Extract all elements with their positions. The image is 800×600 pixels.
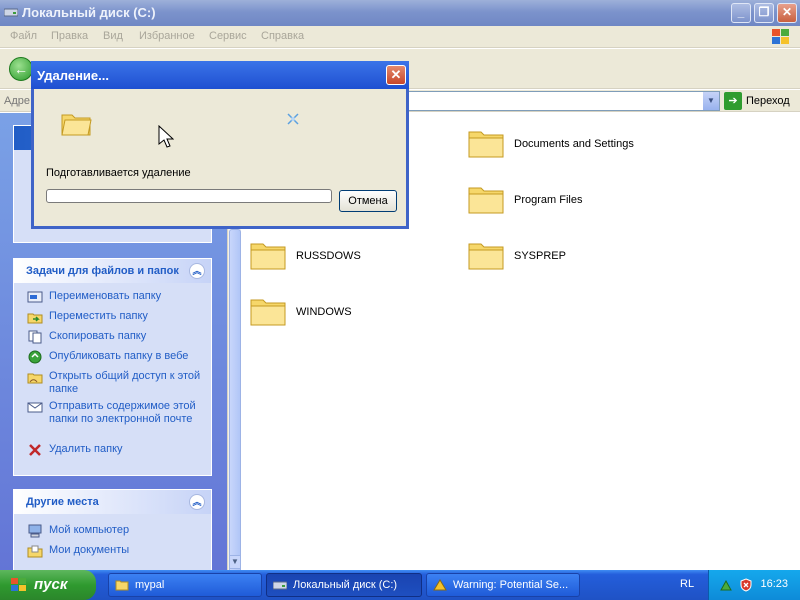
dialog-title-bar[interactable]: Удаление... ✕ [31,61,409,89]
system-tray: 16:23 [708,570,800,600]
clock: 16:23 [760,578,788,590]
globe-icon [28,350,42,364]
folder-label: WINDOWS [296,306,352,318]
place-my-computer[interactable]: Мой компьютер [14,524,211,544]
network-tray-icon[interactable] [719,578,733,592]
place-my-documents[interactable]: Мои документы [14,544,211,564]
folder-icon [250,299,286,326]
back-arrow-icon[interactable]: ← [9,57,33,81]
share-folder-icon [27,373,43,384]
task-delete-folder[interactable]: Удалить папку [14,443,211,463]
language-indicator[interactable]: RL [680,578,694,590]
recycle-animation-icon [287,113,299,125]
scrollbar-thumb[interactable] [229,229,241,600]
windows-flag-icon [11,578,26,591]
other-places-title: Другие места [26,496,99,508]
folder-icon [250,243,286,270]
task-email-folder[interactable]: Отправить содержимое этой папки по элект… [14,400,211,443]
security-shield-icon[interactable] [739,578,753,592]
task-publish-folder[interactable]: Опубликовать папку в вебе [14,350,211,370]
folder-icon [468,187,504,214]
chevron-down-icon[interactable]: ▼ [703,92,719,110]
cancel-button[interactable]: Отмена [339,190,397,212]
taskbar: пуск mypal Локальный диск (C:) Warning: … [0,570,800,600]
drive-icon [273,581,287,590]
move-folder-icon [27,313,43,324]
taskbar-item-warning[interactable]: Warning: Potential Se... [426,573,580,597]
delete-x-icon [29,444,41,456]
delete-progress-bar [46,189,332,203]
other-places-panel: Другие места ︽ Мой компьютер Мои докумен… [13,489,212,570]
folder-label: Documents and Settings [514,138,634,150]
start-label: пуск [34,576,68,593]
drive-icon [4,8,18,17]
email-icon [27,402,43,413]
scroll-down-icon[interactable]: ▼ [229,555,241,569]
dialog-title: Удаление... [37,68,109,83]
documents-folder-icon [27,545,43,558]
folder-item[interactable]: Program Files [467,180,667,220]
folder-label: RUSSDOWS [296,250,361,262]
folder-item[interactable]: SYSPREP [467,236,667,276]
task-move-folder[interactable]: Переместить папку [14,310,211,330]
taskbar-item-mypal[interactable]: mypal [108,573,262,597]
dialog-close-button[interactable]: ✕ [386,65,406,85]
collapse-icon[interactable]: ︽ [189,494,205,510]
folder-item[interactable]: Documents and Settings [467,124,667,164]
file-tasks-panel: Задачи для файлов и папок ︽ Переименоват… [13,258,212,476]
folder-label: SYSPREP [514,250,566,262]
folder-icon [61,114,92,136]
folder-item[interactable]: RUSSDOWS [249,236,449,276]
mouse-cursor-icon [158,125,174,148]
task-copy-folder[interactable]: Скопировать папку [14,330,211,350]
rename-icon [27,291,43,303]
go-button[interactable]: ➔ Переход [724,92,796,110]
windows-logo-icon [772,29,789,44]
minimize-button[interactable]: _ [731,3,751,23]
window-title: Локальный диск (C:) [22,5,156,20]
folder-icon [468,243,504,270]
warning-app-icon [433,579,447,591]
folder-item[interactable]: WINDOWS [249,292,449,332]
copy-icon [28,330,42,344]
address-input[interactable]: ▼ [408,91,720,111]
menu-help[interactable]: Справка [261,30,304,42]
other-places-header[interactable]: Другие места ︽ [14,490,211,514]
maximize-button[interactable]: ❐ [754,3,774,23]
menu-bar: Файл Правка Вид Избранное Сервис Справка [0,26,800,48]
window-title-bar[interactable]: Локальный диск (C:) _ ❐ ✕ [0,0,800,26]
go-label: Переход [746,95,790,107]
close-button[interactable]: ✕ [777,3,797,23]
task-rename-folder[interactable]: Переименовать папку [14,290,211,310]
menu-file[interactable]: Файл [10,30,37,42]
menu-view[interactable]: Вид [103,30,123,42]
menu-favorites[interactable]: Избранное [139,30,195,42]
delete-dialog: Удаление... ✕ Подготавливается удаление … [31,61,409,229]
start-button[interactable]: пуск [0,570,96,600]
file-tasks-title: Задачи для файлов и папок [26,265,179,277]
collapse-icon[interactable]: ︽ [189,263,205,279]
folder-label: Program Files [514,194,583,206]
address-label: Адре [4,95,30,107]
go-arrow-icon: ➔ [724,92,742,110]
menu-tools[interactable]: Сервис [209,30,247,42]
file-tasks-header[interactable]: Задачи для файлов и папок ︽ [14,259,211,283]
taskbar-item-local-disk[interactable]: Локальный диск (C:) [266,573,422,597]
computer-icon [28,524,42,538]
menu-edit[interactable]: Правка [51,30,88,42]
folder-icon [468,131,504,158]
folder-icon [115,580,129,591]
task-share-folder[interactable]: Открыть общий доступ к этой папке [14,370,211,400]
dialog-status-text: Подготавливается удаление [46,167,191,179]
